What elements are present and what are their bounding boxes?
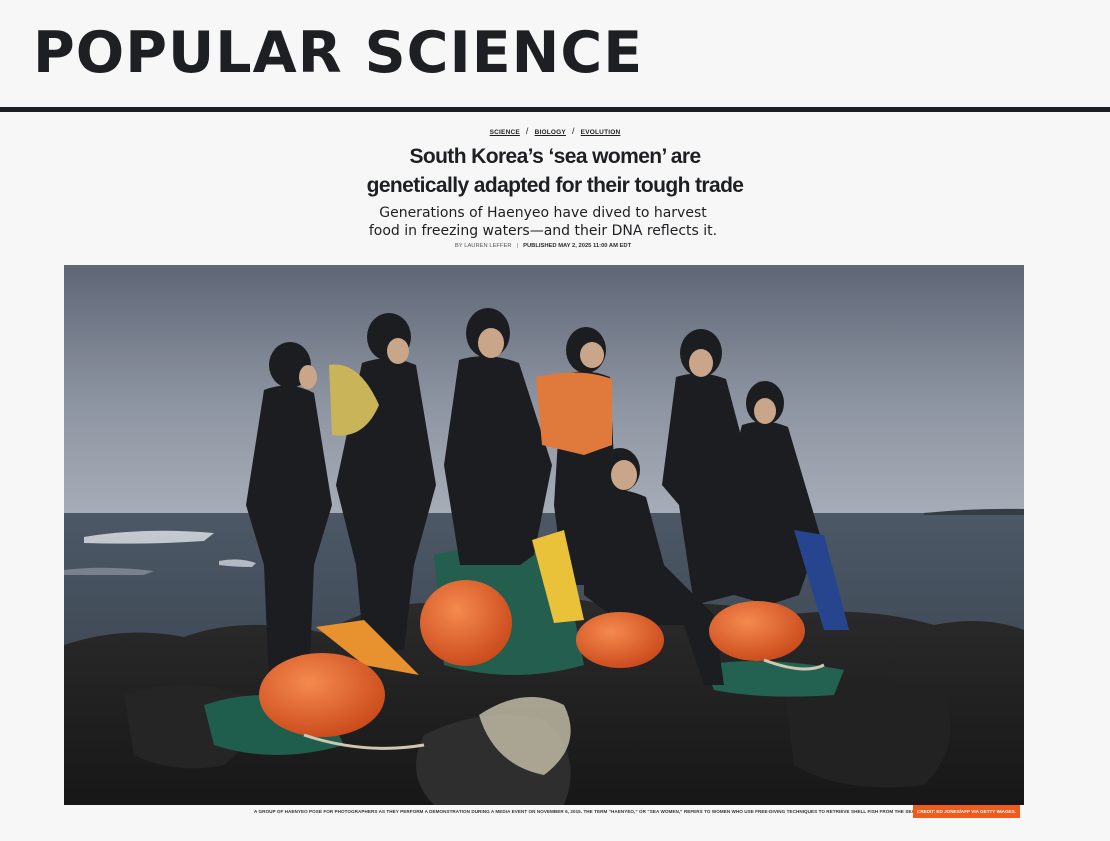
- logo-word-popular: POPULAR: [33, 20, 343, 86]
- logo-word-science: SCIENCE: [364, 20, 644, 86]
- hero-caption: A GROUP OF HAENYEO POSE FOR PHOTOGRAPHER…: [254, 809, 934, 814]
- breadcrumb-separator: /: [525, 126, 529, 136]
- breadcrumb-item-science[interactable]: SCIENCE: [490, 129, 520, 136]
- headline-line-2: genetically adapted for their tough trad…: [366, 174, 744, 197]
- page: POPULAR SCIENCE SCIENCE / BIOLOGY / EVOLUTION…: [0, 0, 1110, 841]
- masthead: POPULAR SCIENCE: [0, 0, 1110, 108]
- masthead-divider: [0, 107, 1110, 112]
- hero-image: [64, 265, 1024, 805]
- hero-photo: [64, 265, 1024, 805]
- article-headline: South Korea’s ‘sea women’ are geneticall…: [355, 142, 755, 200]
- byline: BY LAUREN LEFFER | PUBLISHED MAY 2, 2025 1…: [0, 243, 1086, 249]
- byline-prefix: BY: [454, 243, 463, 249]
- headline-line-1: South Korea’s ‘sea women’ are: [409, 145, 701, 168]
- byline-divider: |: [516, 243, 519, 249]
- dek-line-1: Generations of Haenyeo have dived to har…: [379, 205, 707, 221]
- breadcrumb-separator: /: [571, 126, 575, 136]
- author-link[interactable]: LAUREN LEFFER: [464, 243, 511, 249]
- article-dek: Generations of Haenyeo have dived to har…: [345, 204, 741, 240]
- breadcrumb-item-biology[interactable]: BIOLOGY: [535, 129, 566, 136]
- dek-line-2: food in freezing waters—and their DNA re…: [368, 223, 718, 239]
- breadcrumb: SCIENCE / BIOLOGY / EVOLUTION: [0, 126, 1110, 136]
- image-credit-badge: CREDIT: ED JONES/AFP VIA GETTY IMAGES.: [913, 805, 1020, 818]
- breadcrumb-item-evolution[interactable]: EVOLUTION: [581, 129, 621, 136]
- site-logo[interactable]: POPULAR SCIENCE: [33, 20, 643, 86]
- published-date: PUBLISHED MAY 2, 2025 11:00 AM EDT: [523, 243, 632, 249]
